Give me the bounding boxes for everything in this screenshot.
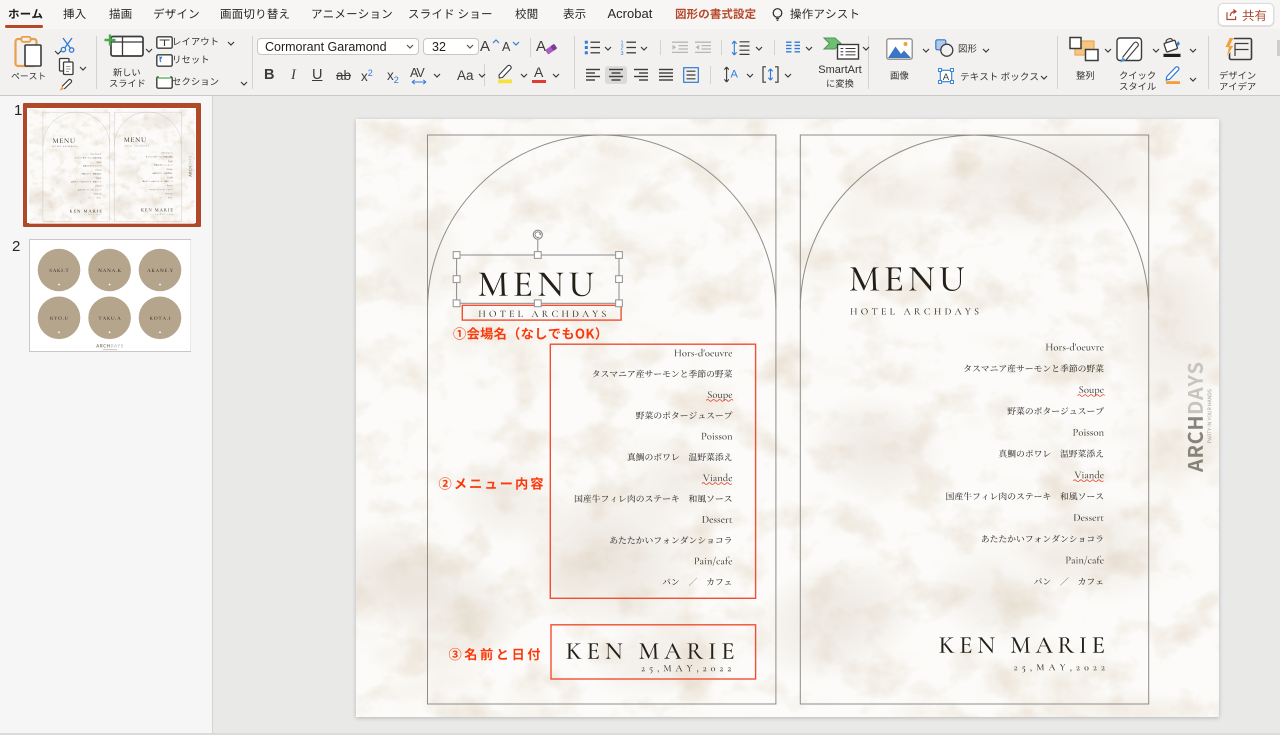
svg-text:A: A bbox=[731, 69, 739, 81]
svg-text:3: 3 bbox=[621, 51, 624, 55]
svg-text:A: A bbox=[943, 72, 950, 83]
